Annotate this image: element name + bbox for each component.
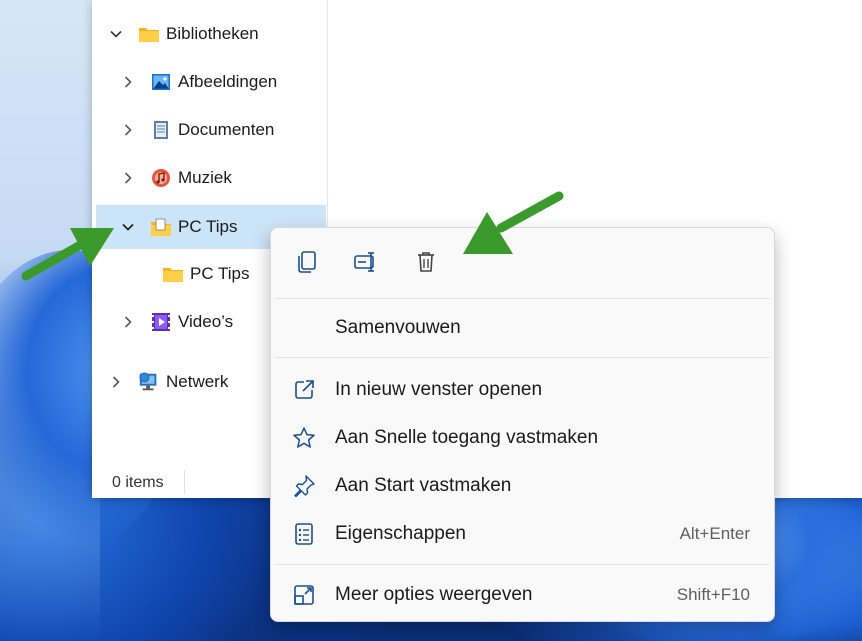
tree-item-label: Netwerk	[166, 372, 229, 391]
pin-icon	[291, 473, 317, 499]
menu-item-label: Aan Start vastmaken	[335, 475, 512, 496]
green-arrow-right-icon	[463, 191, 564, 254]
menu-item-pin-quick-access[interactable]: Aan Snelle toegang vastmaken	[275, 416, 770, 460]
status-items-count: 0 items	[112, 474, 164, 491]
library-folder-icon	[150, 217, 172, 237]
menu-item-pin-start[interactable]: Aan Start vastmaken	[275, 464, 770, 508]
music-icon	[150, 168, 172, 188]
menu-item-label: Eigenschappen	[335, 523, 466, 544]
network-icon	[138, 372, 160, 392]
context-menu: Samenvouwen In nieuw venster openen Aan …	[270, 227, 775, 622]
chevron-right-icon[interactable]	[120, 314, 136, 330]
copy-button[interactable]	[287, 244, 327, 284]
menu-item-samenvouwen[interactable]: Samenvouwen	[275, 306, 770, 350]
tree-item-label: Video’s	[178, 312, 234, 331]
tree-item-label: Documenten	[178, 120, 275, 139]
tree-item-label: PC Tips	[178, 217, 238, 236]
chevron-down-icon[interactable]	[108, 26, 124, 42]
shortcut-shift-f10: Shift+F10	[676, 585, 750, 604]
menu-item-more-options[interactable]: Meer opties weergeven Shift+F10	[275, 573, 770, 617]
menu-item-label: Meer opties weergeven	[335, 584, 533, 605]
shortcut-alt-enter: Alt+Enter	[679, 524, 750, 543]
chevron-right-icon[interactable]	[120, 122, 136, 138]
tree-item-muziek[interactable]: Muziek	[96, 160, 326, 196]
folder-yellow-icon	[138, 24, 160, 44]
menu-item-label: Aan Snelle toegang vastmaken	[335, 427, 599, 448]
menu-item-properties[interactable]: Eigenschappen Alt+Enter	[275, 512, 770, 556]
chevron-right-icon[interactable]	[120, 170, 136, 186]
more-options-icon	[291, 582, 317, 608]
tree-item-label: Muziek	[178, 168, 232, 187]
videos-icon	[150, 312, 172, 332]
chevron-right-icon[interactable]	[108, 374, 124, 390]
open-new-window-icon	[291, 377, 317, 403]
delete-button[interactable]	[406, 244, 446, 284]
green-arrow-left-icon	[21, 228, 114, 281]
copy-icon	[296, 250, 318, 279]
tree-item-bibliotheken[interactable]: Bibliotheken	[96, 16, 326, 52]
chevron-right-icon[interactable]	[120, 74, 136, 90]
tree-item-label: Afbeeldingen	[178, 72, 278, 91]
menu-separator	[275, 298, 770, 299]
folder-yellow-icon	[162, 264, 184, 284]
menu-separator	[275, 357, 770, 358]
rename-button[interactable]	[346, 244, 386, 284]
chevron-down-icon[interactable]	[120, 219, 136, 235]
documents-icon	[150, 120, 172, 140]
tree-item-label: PC Tips	[190, 264, 250, 283]
tree-item-afbeeldingen[interactable]: Afbeeldingen	[96, 64, 326, 100]
tree-item-documenten[interactable]: Documenten	[96, 112, 326, 148]
trash-icon	[415, 250, 437, 279]
menu-item-label: In nieuw venster openen	[335, 379, 543, 400]
pictures-icon	[150, 72, 172, 92]
star-icon	[291, 425, 317, 451]
menu-separator	[275, 564, 770, 565]
status-bar-divider	[184, 470, 185, 494]
menu-item-label: Samenvouwen	[335, 317, 461, 338]
rename-icon	[353, 251, 379, 278]
tree-item-label: Bibliotheken	[166, 24, 259, 43]
menu-item-open-new-window[interactable]: In nieuw venster openen	[275, 368, 770, 412]
properties-icon	[291, 521, 317, 547]
